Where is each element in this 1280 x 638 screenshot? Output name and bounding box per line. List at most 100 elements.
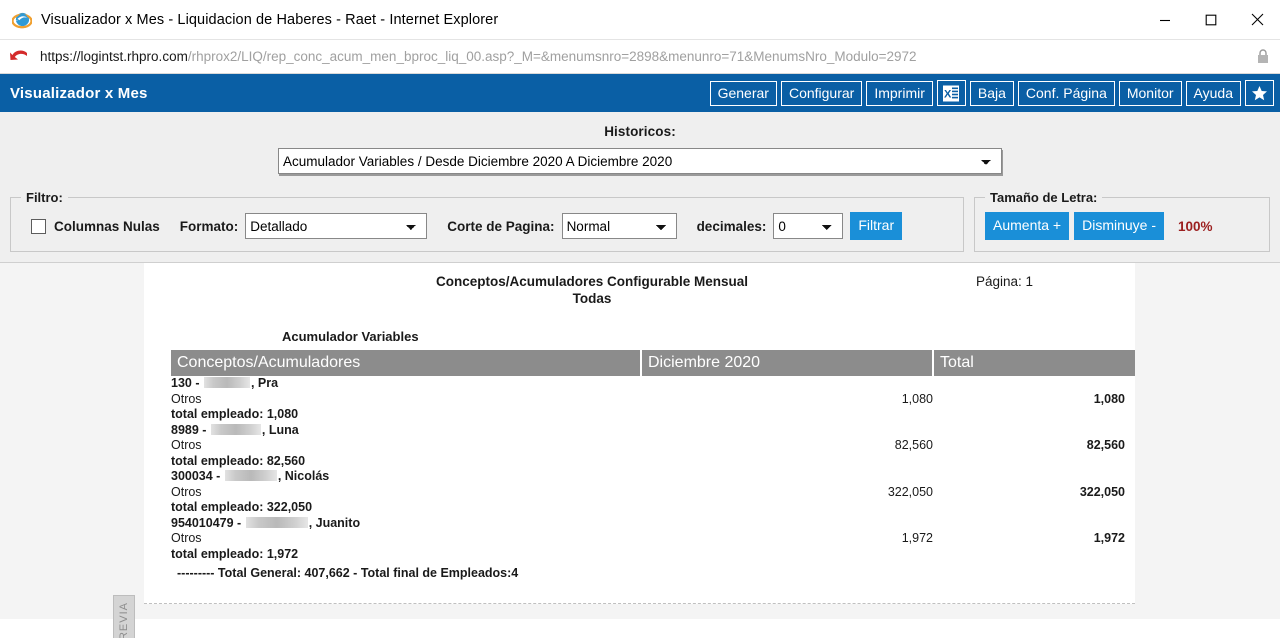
report-area: VISTA PREVIA Conceptos/Acumuladores Conf…	[0, 263, 1280, 638]
maximize-button[interactable]	[1188, 0, 1234, 39]
employee-name-line: 954010479 - , Juanito	[171, 516, 641, 532]
table-row: 300034 - , Nicolás Otros total empleado: 3…	[171, 469, 1135, 516]
table-row: 954010479 - , Juanito Otros total empleado…	[171, 516, 1135, 563]
employee-total-label: total empleado: 1,080	[171, 407, 299, 421]
vista-previa-label: VISTA PREVIA	[118, 602, 130, 638]
periodo-value-cell: 1,080	[641, 376, 933, 423]
periodo-value: 1,972	[901, 531, 933, 545]
decimales-label: decimales:	[696, 218, 767, 234]
tamano-letra-fieldset: Tamaño de Letra: Aumenta + Disminuye - 1…	[974, 190, 1270, 252]
monitor-button[interactable]: Monitor	[1118, 80, 1182, 106]
lock-icon	[1256, 48, 1270, 65]
window-controls	[1142, 0, 1280, 39]
decimales-select[interactable]: 0	[773, 213, 844, 239]
favorite-star-icon[interactable]	[1245, 80, 1274, 106]
aumenta-letra-button[interactable]: Aumenta +	[985, 212, 1070, 240]
application-toolbar: Visualizador x Mes Generar Configurar Im…	[0, 74, 1280, 112]
column-header-periodo: Diciembre 2020	[641, 350, 934, 376]
column-header-conceptos: Conceptos/Acumuladores	[171, 350, 642, 376]
periodo-value: 1,080	[901, 391, 933, 406]
vista-previa-tab[interactable]: VISTA PREVIA	[113, 595, 135, 638]
historicos-row: Acumulador Variables / Desde Diciembre 2…	[0, 148, 1280, 190]
filters-panel: Historicos: Acumulador Variables / Desde…	[0, 112, 1280, 263]
formato-select[interactable]: Detallado	[245, 213, 428, 239]
employee-total-label: total empleado: 322,050	[171, 500, 313, 514]
employee-total-label: total empleado: 1,972	[171, 546, 299, 561]
back-navigation-icon[interactable]	[8, 47, 30, 67]
periodo-value-cell: 1,972	[641, 516, 933, 563]
minimize-button[interactable]	[1142, 0, 1188, 39]
column-header-total: Total	[933, 350, 1135, 376]
url-brand: rhpro.com	[127, 49, 188, 64]
redacted-surname	[210, 423, 261, 435]
corte-pagina-select[interactable]: Normal	[561, 213, 677, 239]
redacted-surname	[203, 377, 250, 388]
total-value-cell: 1,080	[933, 376, 1135, 423]
filtro-fieldset: Filtro: Columnas Nulas Formato: Detallad…	[10, 190, 964, 252]
historicos-label: Historicos:	[604, 124, 676, 139]
imprimir-button[interactable]: Imprimir	[866, 80, 933, 106]
employee-code: 300034 -	[171, 469, 224, 483]
employee-name-line: 300034 - , Nicolás	[171, 469, 641, 485]
periodo-value-cell: 82,560	[641, 423, 933, 470]
disminuye-letra-button[interactable]: Disminuye -	[1074, 212, 1165, 240]
table-header-row: Conceptos/Acumuladores Diciembre 2020 To…	[171, 350, 1135, 376]
employee-given-name: , Juanito	[308, 515, 361, 530]
employee-given-name: , Pra	[250, 376, 279, 390]
window-title: Visualizador x Mes - Liquidacion de Habe…	[41, 11, 499, 28]
columnas-nulas-checkbox[interactable]	[31, 218, 46, 234]
report-title-line2: Todas	[572, 291, 612, 306]
periodo-value-cell: 322,050	[641, 469, 933, 516]
concept-label: Otros	[171, 438, 202, 452]
redacted-surname	[245, 516, 308, 528]
conf-pagina-button[interactable]: Conf. Página	[1017, 80, 1115, 106]
employee-code: 8989 -	[171, 422, 210, 437]
window-titlebar: Visualizador x Mes - Liquidacion de Habe…	[0, 0, 1280, 39]
ayuda-button[interactable]: Ayuda	[1185, 80, 1241, 106]
employee-total-label: total empleado: 82,560	[171, 453, 306, 468]
total-value-cell: 322,050	[933, 469, 1135, 516]
redacted-surname	[224, 470, 277, 481]
periodo-value: 82,560	[894, 438, 933, 452]
baja-button[interactable]: Baja	[969, 80, 1014, 106]
formato-label: Formato:	[179, 218, 239, 234]
report-page-number: Página: 1	[976, 274, 1034, 289]
concept-label: Otros	[171, 531, 202, 545]
configurar-button[interactable]: Configurar	[780, 80, 863, 106]
filtrar-button[interactable]: Filtrar	[850, 212, 903, 240]
employee-name-line: 8989 - , Luna	[171, 423, 641, 439]
generar-button[interactable]: Generar	[709, 80, 777, 106]
toolbar-buttons: Generar Configurar Imprimir X Baja Conf.…	[709, 80, 1274, 106]
employee-given-name: , Nicolás	[277, 469, 330, 483]
application-title: Visualizador x Mes	[10, 84, 148, 102]
report-table: Conceptos/Acumuladores Diciembre 2020 To…	[171, 350, 1135, 562]
total-value-cell: 82,560	[933, 423, 1135, 470]
historicos-select[interactable]: Acumulador Variables / Desde Diciembre 2…	[278, 148, 1002, 174]
url-scheme-host: https://logintst.	[40, 49, 128, 64]
concept-label: Otros	[171, 484, 202, 499]
address-url: https://logintst.rhpro.com/rhprox2/LIQ/r…	[40, 49, 1256, 64]
total-value-cell: 1,972	[933, 516, 1135, 563]
report-grand-total: --------- Total General: 407,662 - Total…	[177, 566, 519, 580]
svg-text:X: X	[944, 88, 952, 100]
zoom-percent-label: 100%	[1178, 218, 1213, 234]
filtro-legend: Filtro:	[26, 190, 63, 205]
employee-cell: 954010479 - , Juanito Otros total empleado…	[171, 516, 641, 563]
table-row: 130 - , Pra Otros total empleado: 1,080 1,…	[171, 376, 1135, 423]
employee-cell: 300034 - , Nicolás Otros total empleado: 3…	[171, 469, 641, 516]
corte-pagina-label: Corte de Pagina:	[447, 218, 555, 234]
url-path: /rhprox2/LIQ/rep_conc_acum_men_bproc_liq…	[187, 49, 917, 64]
report-table-body: 130 - , Pra Otros total empleado: 1,080 1,…	[171, 376, 1135, 562]
periodo-value: 322,050	[887, 484, 933, 499]
report-section-title: Acumulador Variables	[282, 329, 419, 344]
employee-cell: 8989 - , Luna Otros total empleado: 82,560	[171, 423, 641, 470]
close-button[interactable]	[1234, 0, 1280, 39]
concept-label: Otros	[171, 391, 202, 406]
columnas-nulas-label: Columnas Nulas	[54, 218, 160, 234]
report-title: Conceptos/Acumuladores Configurable Mens…	[144, 273, 920, 307]
browser-address-bar[interactable]: https://logintst.rhpro.com/rhprox2/LIQ/r…	[0, 39, 1280, 74]
total-value: 322,050	[1079, 484, 1125, 499]
excel-export-icon[interactable]: X	[936, 80, 966, 106]
report-page: Conceptos/Acumuladores Configurable Mens…	[144, 263, 1135, 604]
table-row: 8989 - , Luna Otros total empleado: 82,560…	[171, 423, 1135, 470]
